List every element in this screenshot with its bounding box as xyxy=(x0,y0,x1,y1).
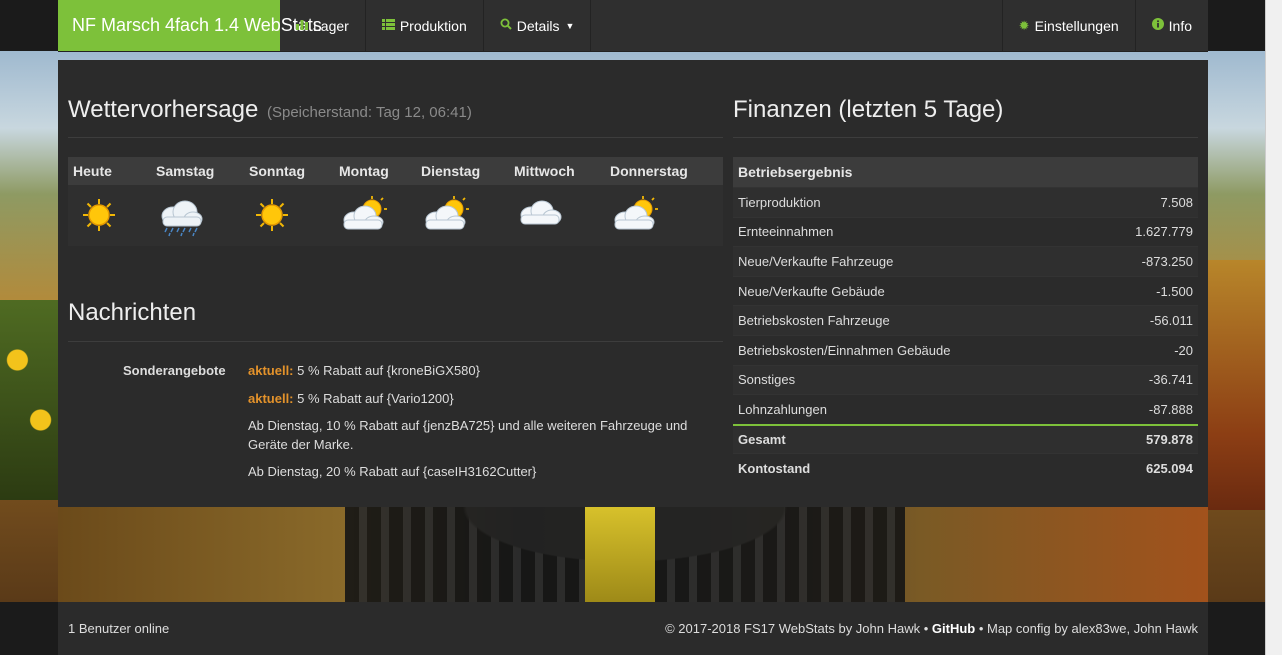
news-item-prefix: aktuell: xyxy=(248,391,294,406)
rain-icon xyxy=(155,197,205,242)
news-item-text: Ab Dienstag, 10 % Rabatt auf {jenzBA725}… xyxy=(248,418,688,452)
nav-einstellungen[interactable]: ✹ Einstellungen xyxy=(1001,0,1135,51)
partly-cloudy-icon xyxy=(420,196,472,237)
table-row: Neue/Verkaufte Fahrzeuge -873.250 xyxy=(733,246,1198,276)
github-link[interactable]: GitHub xyxy=(932,621,975,636)
nav-produktion-label: Produktion xyxy=(399,17,467,34)
table-row: Betriebskosten Fahrzeuge -56.011 xyxy=(733,305,1198,335)
weather-day: Samstag xyxy=(156,163,215,179)
row-value: 579.878 xyxy=(1146,432,1193,448)
row-value: -1.500 xyxy=(1156,283,1193,299)
row-value: -36.741 xyxy=(1148,372,1193,388)
footer-credits: © 2017-2018 FS17 WebStats by John Hawk •… xyxy=(665,621,1198,636)
footer: 1 Benutzer online © 2017-2018 FS17 WebSt… xyxy=(58,602,1208,655)
finance-heading: Finanzen (letzten 5 Tage) xyxy=(733,96,1004,123)
row-label: Tierproduktion xyxy=(738,194,821,210)
row-label: Ernteeinnahmen xyxy=(738,224,834,240)
mapconfig-text: • Map config by alex83we, John Hawk xyxy=(975,621,1198,636)
bar-chart-icon xyxy=(296,18,308,33)
row-value: 1.627.779 xyxy=(1135,224,1193,240)
row-label: Kontostand xyxy=(738,461,811,477)
divider xyxy=(68,341,723,342)
news-label: Sonderangebote xyxy=(123,363,226,378)
copyright-text: © 2017-2018 FS17 WebStats by John Hawk • xyxy=(665,621,932,636)
table-row: Neue/Verkaufte Gebäude -1.500 xyxy=(733,275,1198,306)
row-label: Neue/Verkaufte Gebäude xyxy=(738,283,885,299)
table-row: Lohnzahlungen -87.888 xyxy=(733,394,1198,424)
finance-rows: Tierproduktion 7.508 Ernteeinnahmen 1.627.… xyxy=(733,187,1198,483)
table-row: Sonstiges -36.741 xyxy=(733,364,1198,395)
row-label: Betriebskosten Fahrzeuge xyxy=(738,313,890,329)
table-row: Betriebskosten/Einnahmen Gebäude -20 xyxy=(733,334,1198,365)
row-value: -87.888 xyxy=(1148,401,1193,417)
weather-subtitle: (Speicherstand: Tag 12, 06:41) xyxy=(266,104,472,121)
row-label: Sonstiges xyxy=(738,372,796,388)
news-heading: Nachrichten xyxy=(68,299,197,326)
nav-details-dropdown[interactable]: Details ▼ xyxy=(484,0,592,51)
news-item-text: 5 % Rabatt auf {Vario1200} xyxy=(293,391,454,406)
row-value: 625.094 xyxy=(1146,461,1193,477)
weather-day: Montag xyxy=(339,163,389,179)
weather-icon-row xyxy=(68,185,723,246)
finance-table: Betriebsergebnis Tierproduktion 7.508 Ern… xyxy=(733,157,1198,483)
background-field xyxy=(1208,260,1266,510)
nav-details-label: Details xyxy=(516,17,560,34)
row-label: Betriebskosten/Einnahmen Gebäude xyxy=(738,342,951,358)
row-label: Lohnzahlungen xyxy=(738,401,827,417)
background-tractor-body xyxy=(585,507,655,602)
news-item: aktuell: 5 % Rabatt auf {Vario1200} xyxy=(248,389,708,408)
brand-link[interactable]: NF Marsch 4fach 1.4 WebStats xyxy=(58,0,322,51)
partly-cloudy-icon xyxy=(338,196,390,237)
sun-icon xyxy=(82,198,116,237)
weather-title: Wettervorhersage xyxy=(68,96,259,123)
row-value: 7.508 xyxy=(1160,194,1193,210)
list-icon xyxy=(381,18,395,33)
nav-einstellungen-label: Einstellungen xyxy=(1034,17,1119,34)
news-item: Ab Dienstag, 20 % Rabatt auf {caseIH3162… xyxy=(248,462,708,481)
total-row: Gesamt 579.878 xyxy=(733,423,1198,454)
news-item: aktuell: 5 % Rabatt auf {kroneBiGX580} xyxy=(248,361,708,380)
users-online: 1 Benutzer online xyxy=(68,621,170,636)
weather-day: Sonntag xyxy=(249,163,305,179)
nav-produktion[interactable]: Produktion xyxy=(366,0,484,51)
row-value: -20 xyxy=(1174,342,1193,358)
weather-day: Heute xyxy=(73,163,112,179)
weather-day: Donnerstag xyxy=(610,163,688,179)
row-label: Neue/Verkaufte Fahrzeuge xyxy=(738,253,894,269)
info-icon xyxy=(1151,18,1164,33)
row-value: -56.011 xyxy=(1149,313,1193,329)
news-item-text: Ab Dienstag, 20 % Rabatt auf {caseIH3162… xyxy=(248,464,537,479)
search-icon xyxy=(500,18,512,33)
table-row: Tierproduktion 7.508 xyxy=(733,187,1198,217)
row-value: -873.250 xyxy=(1141,253,1193,269)
news-item: Ab Dienstag, 10 % Rabatt auf {jenzBA725}… xyxy=(248,416,708,454)
weather-header-row: Heute Samstag Sonntag Montag Dienstag Mi… xyxy=(68,157,723,185)
table-row: Ernteeinnahmen 1.627.779 xyxy=(733,216,1198,247)
divider xyxy=(68,137,723,138)
nav-info[interactable]: Info xyxy=(1134,0,1208,51)
finance-header: Betriebsergebnis xyxy=(733,157,1198,187)
weather-day: Dienstag xyxy=(421,163,481,179)
main-panel: Wettervorhersage (Speicherstand: Tag 12,… xyxy=(58,60,1208,507)
balance-row: Kontostand 625.094 xyxy=(733,453,1198,483)
row-label: Gesamt xyxy=(738,432,786,448)
nav-lager[interactable]: Lager xyxy=(280,0,366,51)
sun-icon xyxy=(255,198,289,237)
news-item-prefix: aktuell: xyxy=(248,363,294,378)
weather-heading: Wettervorhersage (Speicherstand: Tag 12,… xyxy=(68,96,472,124)
nav-lager-label: Lager xyxy=(313,17,349,34)
window-scrollbar[interactable] xyxy=(1265,0,1282,655)
partly-cloudy-icon xyxy=(609,196,661,237)
nav-info-label: Info xyxy=(1168,17,1192,34)
divider xyxy=(733,137,1198,138)
cloud-icon xyxy=(516,198,564,233)
gear-icon: ✹ xyxy=(1018,17,1030,33)
weather-table: Heute Samstag Sonntag Montag Dienstag Mi… xyxy=(68,157,723,246)
weather-day: Mittwoch xyxy=(514,163,575,179)
news-item-text: 5 % Rabatt auf {kroneBiGX580} xyxy=(293,363,480,378)
background-sunflowers xyxy=(0,300,58,500)
top-navbar: NF Marsch 4fach 1.4 WebStats Lager Produ… xyxy=(58,0,1208,52)
chevron-down-icon: ▼ xyxy=(565,20,575,31)
